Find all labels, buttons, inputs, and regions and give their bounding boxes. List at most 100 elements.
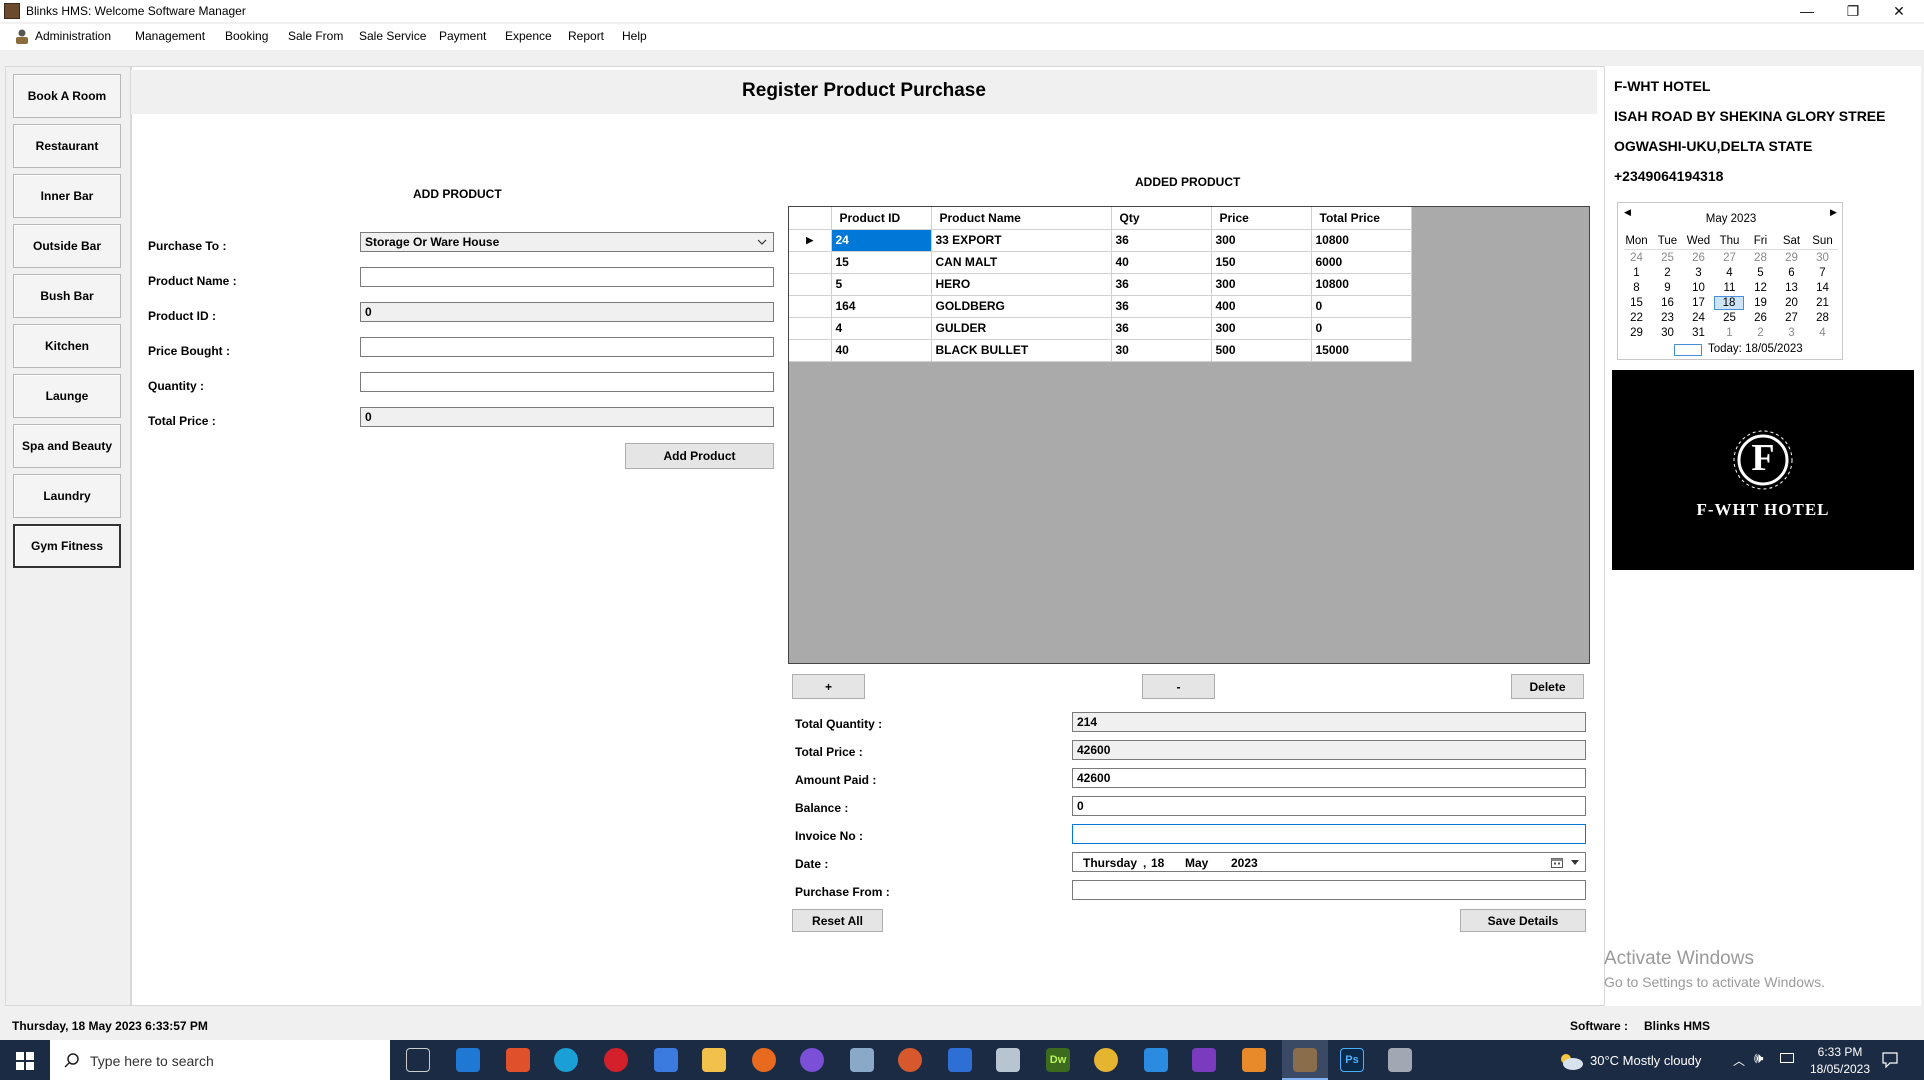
sidebar-item-outside-bar[interactable]: Outside Bar <box>13 224 121 268</box>
menu-payment[interactable]: Payment <box>439 29 486 43</box>
dreamweaver-icon[interactable]: Dw <box>1046 1048 1070 1072</box>
month-calendar[interactable]: ◀ May 2023 ▶ Mon Tue Wed Thu Fri Sat Sun… <box>1617 202 1843 360</box>
cell-product-id[interactable]: 15 <box>831 251 932 274</box>
calendar-day[interactable]: 11 <box>1714 282 1745 294</box>
app-icon-grey[interactable] <box>996 1048 1020 1072</box>
cell-price[interactable]: 300 <box>1211 317 1312 340</box>
calendar-icon[interactable] <box>1551 857 1563 868</box>
calendar-day[interactable]: 29 <box>1621 327 1652 339</box>
menu-administration[interactable]: Administration <box>35 29 111 43</box>
visual-studio-icon[interactable] <box>1192 1048 1216 1072</box>
calendar-day[interactable]: 25 <box>1714 312 1745 324</box>
cell-product-id[interactable]: 40 <box>831 339 932 362</box>
calendar-day[interactable]: 6 <box>1776 267 1807 279</box>
decrease-qty-button[interactable]: - <box>1142 674 1215 699</box>
calendar-day[interactable]: 25 <box>1652 252 1683 264</box>
purchase-from-input[interactable] <box>1072 880 1586 900</box>
notification-icon[interactable] <box>1882 1052 1898 1068</box>
sidebar-item-inner-bar[interactable]: Inner Bar <box>13 174 121 218</box>
menu-management[interactable]: Management <box>135 29 205 43</box>
column-header-product-name[interactable]: Product Name <box>931 207 1112 230</box>
calendar-day[interactable]: 5 <box>1745 267 1776 279</box>
vlc-icon[interactable] <box>1242 1048 1266 1072</box>
cell-total-price[interactable]: 10800 <box>1311 229 1412 252</box>
calendar-day[interactable]: 29 <box>1776 252 1807 264</box>
calendar-day[interactable]: 21 <box>1807 297 1838 309</box>
opera-browser-icon[interactable] <box>604 1048 628 1072</box>
calendar-day[interactable]: 19 <box>1745 297 1776 309</box>
calendar-day[interactable]: 1 <box>1621 267 1652 279</box>
calendar-day[interactable]: 9 <box>1652 282 1683 294</box>
sidebar-item-bush-bar[interactable]: Bush Bar <box>13 274 121 318</box>
cell-product-id[interactable]: 5 <box>831 273 932 296</box>
close-button[interactable]: ✕ <box>1876 0 1922 22</box>
product-id-input[interactable]: 0 <box>360 302 774 322</box>
edge-browser-icon[interactable] <box>554 1048 578 1072</box>
cell-total-price[interactable]: 15000 <box>1311 339 1412 362</box>
sidebar-item-laundry[interactable]: Laundry <box>13 474 121 518</box>
calendar-day[interactable]: 10 <box>1683 282 1714 294</box>
column-header-product-id[interactable]: Product ID <box>831 207 932 230</box>
total-quantity-input[interactable]: 214 <box>1072 712 1586 732</box>
taskbar-date[interactable]: 18/05/2023 <box>1804 1062 1876 1076</box>
calendar-day[interactable]: 30 <box>1807 252 1838 264</box>
product-name-input[interactable] <box>360 267 774 287</box>
column-header-total-price[interactable]: Total Price <box>1311 207 1412 230</box>
cell-product-name[interactable]: GULDER <box>931 317 1112 340</box>
table-row[interactable]: 164 GOLDBERG 36 400 0 <box>789 295 1412 318</box>
calendar-day[interactable]: 12 <box>1745 282 1776 294</box>
menu-report[interactable]: Report <box>568 29 604 43</box>
calendar-day[interactable]: 17 <box>1683 297 1714 309</box>
cell-total-price[interactable]: 0 <box>1311 317 1412 340</box>
task-view-icon[interactable] <box>406 1048 430 1072</box>
calendar-day[interactable]: 23 <box>1652 312 1683 324</box>
table-row[interactable]: 15 CAN MALT 40 150 6000 <box>789 251 1412 274</box>
calendar-day[interactable]: 13 <box>1776 282 1807 294</box>
taskbar-time[interactable]: 6:33 PM <box>1810 1045 1870 1059</box>
cell-product-id[interactable]: 24 <box>831 229 932 252</box>
calendar-day[interactable]: 26 <box>1745 312 1776 324</box>
cell-qty[interactable]: 36 <box>1111 273 1212 296</box>
cell-total-price[interactable]: 0 <box>1311 295 1412 318</box>
calendar-day[interactable]: 16 <box>1652 297 1683 309</box>
calendar-day[interactable]: 3 <box>1776 327 1807 339</box>
menu-booking[interactable]: Booking <box>225 29 268 43</box>
delete-button[interactable]: Delete <box>1511 674 1584 699</box>
cell-product-name[interactable]: GOLDBERG <box>931 295 1112 318</box>
price-bought-input[interactable] <box>360 337 774 357</box>
calendar-day[interactable]: 24 <box>1683 312 1714 324</box>
windows-start-icon[interactable] <box>16 1052 34 1070</box>
restore-button[interactable]: ❐ <box>1830 0 1876 22</box>
brave-browser-icon[interactable] <box>506 1048 530 1072</box>
invoice-no-input[interactable] <box>1072 824 1586 844</box>
calendar-day[interactable]: 20 <box>1776 297 1807 309</box>
calendar-next-icon[interactable]: ▶ <box>1830 207 1837 218</box>
blinks-hms-icon[interactable] <box>1293 1048 1317 1072</box>
cell-price[interactable]: 500 <box>1211 339 1312 362</box>
app-icon-red[interactable] <box>898 1048 922 1072</box>
table-row[interactable]: 4 GULDER 36 300 0 <box>789 317 1412 340</box>
cell-qty[interactable]: 40 <box>1111 251 1212 274</box>
table-row[interactable]: 40 BLACK BULLET 30 500 15000 <box>789 339 1412 362</box>
menu-help[interactable]: Help <box>622 29 647 43</box>
cell-qty[interactable]: 30 <box>1111 339 1212 362</box>
calendar-day-selected[interactable]: 18 <box>1714 296 1744 310</box>
calendar-day[interactable]: 30 <box>1652 327 1683 339</box>
store-icon[interactable] <box>654 1048 678 1072</box>
balance-input[interactable]: 0 <box>1072 796 1586 816</box>
chrome-icon[interactable] <box>1094 1048 1118 1072</box>
calendar-day[interactable]: 15 <box>1621 297 1652 309</box>
photoshop-icon[interactable]: Ps <box>1340 1048 1364 1072</box>
cell-price[interactable]: 300 <box>1211 229 1312 252</box>
added-product-grid[interactable]: Product ID Product Name Qty Price Total … <box>788 206 1590 664</box>
purchase-to-select[interactable]: Storage Or Ware House <box>360 232 774 252</box>
calendar-day[interactable]: 3 <box>1683 267 1714 279</box>
calendar-day[interactable]: 2 <box>1745 327 1776 339</box>
calendar-day[interactable]: 22 <box>1621 312 1652 324</box>
calendar-day[interactable]: 28 <box>1807 312 1838 324</box>
cell-qty[interactable]: 36 <box>1111 229 1212 252</box>
calendar-month-label[interactable]: May 2023 <box>1618 213 1844 225</box>
table-row[interactable]: 5 HERO 36 300 10800 <box>789 273 1412 296</box>
taskbar-search-box[interactable]: Type here to search <box>50 1040 390 1080</box>
summary-total-price-input[interactable]: 42600 <box>1072 740 1586 760</box>
